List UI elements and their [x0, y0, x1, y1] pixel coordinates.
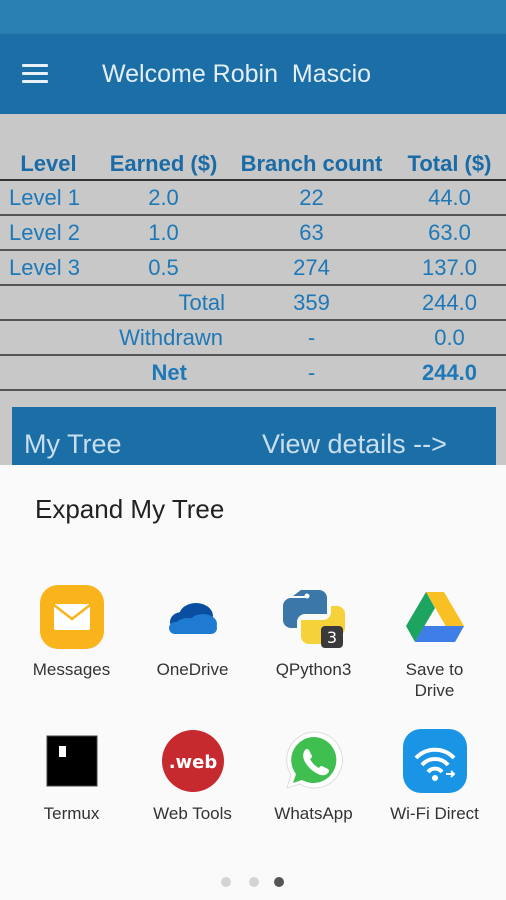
my-tree-button[interactable]: My Tree View details --> [12, 407, 496, 465]
share-target-termux[interactable]: Termux [11, 727, 132, 824]
table-row: Level 3 0.5 274 137.0 [0, 249, 506, 285]
total-value: 244.0 [393, 284, 506, 320]
my-tree-label: My Tree [24, 429, 122, 459]
earned-cell: 1.0 [97, 214, 230, 250]
table-row: Level 1 2.0 22 44.0 [0, 179, 506, 215]
withdrawn-row: Withdrawn - 0.0 [0, 319, 506, 355]
net-label: Net [0, 354, 230, 391]
svg-text:3: 3 [326, 628, 336, 647]
level-cell: Level 3 [0, 249, 97, 285]
app-label: WhatsApp [274, 804, 353, 823]
app-label: Termux [43, 804, 100, 823]
earned-cell: 0.5 [97, 249, 230, 285]
page-dot[interactable] [221, 877, 231, 887]
app-label: Save to Drive [405, 660, 464, 700]
share-target-web-tools[interactable]: .web Web Tools [132, 727, 253, 824]
earnings-panel: Level Earned ($) Branch count Total ($) … [0, 114, 506, 465]
page-dot-active[interactable] [274, 877, 284, 887]
page-indicator [221, 877, 291, 889]
total-cell: 137.0 [393, 249, 506, 285]
page-dot[interactable] [249, 877, 259, 887]
table-header-row: Level Earned ($) Branch count Total ($) [0, 148, 506, 180]
app-bar: Welcome Robin Mascio [0, 34, 506, 114]
termux-icon [38, 727, 106, 795]
column-header-earned: Earned ($) [109, 150, 218, 176]
column-header-level: Level [20, 150, 77, 176]
share-target-onedrive[interactable]: OneDrive [132, 583, 253, 680]
qpython-icon: 3 [280, 583, 348, 651]
column-header-total: Total ($) [407, 150, 492, 176]
total-row: Total 359 244.0 [0, 284, 506, 320]
share-target-whatsapp[interactable]: WhatsApp [253, 727, 374, 824]
withdrawn-branch-count: - [230, 319, 393, 355]
level-cell: Level 1 [0, 179, 97, 215]
share-sheet-title: Expand My Tree [35, 494, 225, 524]
app-label: Messages [32, 660, 111, 679]
messages-icon [38, 583, 106, 651]
net-value: 244.0 [393, 354, 506, 391]
share-target-save-to-drive[interactable]: Save to Drive [374, 583, 495, 701]
total-branch-count: 359 [230, 284, 393, 320]
total-cell: 63.0 [393, 214, 506, 250]
share-target-messages[interactable]: Messages [11, 583, 132, 680]
menu-icon[interactable] [14, 56, 54, 92]
level-cell: Level 2 [0, 214, 97, 250]
total-label: Total [0, 284, 230, 320]
net-branch-count: - [230, 354, 393, 391]
svg-text:.web: .web [168, 752, 217, 773]
withdrawn-value: 0.0 [393, 319, 506, 355]
withdrawn-label: Withdrawn [0, 319, 230, 355]
app-label: QPython3 [275, 660, 352, 679]
view-details-link[interactable]: View details --> [262, 429, 447, 460]
share-target-wifi-direct[interactable]: Wi-Fi Direct [374, 727, 495, 824]
net-row: Net - 244.0 [0, 354, 506, 391]
share-sheet: Expand My Tree Messages OneDrive 3 QPyth… [0, 465, 506, 900]
branch-count-cell: 274 [230, 249, 393, 285]
share-target-qpython3[interactable]: 3 QPython3 [253, 583, 374, 680]
wifi-direct-icon [401, 727, 469, 795]
page-title: Welcome Robin Mascio [102, 60, 372, 88]
web-tools-icon: .web [159, 727, 227, 795]
branch-count-cell: 63 [230, 214, 393, 250]
app-label: Wi-Fi Direct [390, 804, 479, 823]
app-label: OneDrive [156, 660, 229, 679]
column-header-branch-count: Branch count [240, 150, 383, 176]
google-drive-icon [401, 583, 469, 651]
earned-cell: 2.0 [97, 179, 230, 215]
table-row: Level 2 1.0 63 63.0 [0, 214, 506, 250]
whatsapp-icon [280, 727, 348, 795]
branch-count-cell: 22 [230, 179, 393, 215]
app-label: Web Tools [153, 804, 232, 823]
earnings-table: Level Earned ($) Branch count Total ($) … [0, 148, 506, 391]
status-bar [0, 0, 506, 34]
onedrive-icon [159, 583, 227, 651]
total-cell: 44.0 [393, 179, 506, 215]
